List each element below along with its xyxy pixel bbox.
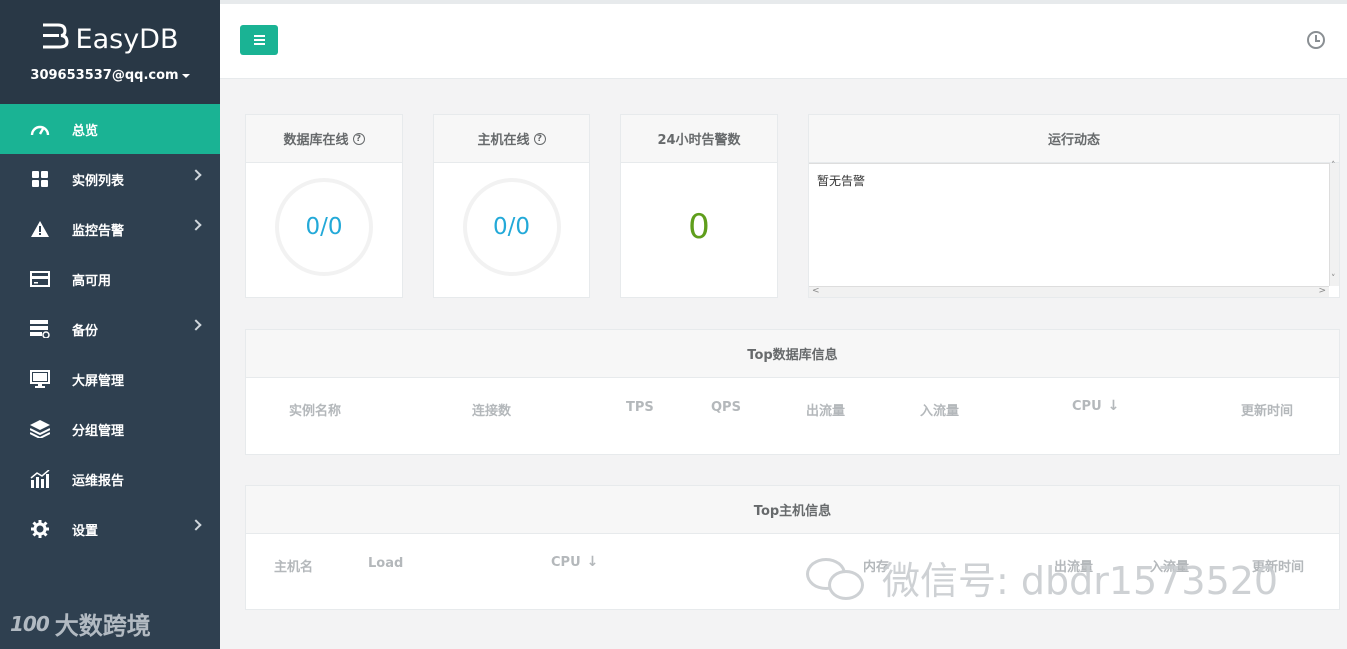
clock-icon[interactable] <box>1307 31 1325 49</box>
activity-log[interactable]: 暂无告警 <box>809 163 1339 286</box>
sidebar-item-label: 高可用 <box>72 273 112 289</box>
alerts-24h-card: 24小时告警数 0 <box>620 114 778 298</box>
card-header: 24小时告警数 <box>621 115 777 163</box>
sidebar-item-instances[interactable]: 实例列表 <box>0 154 220 204</box>
sidebar: EasyDB 309653537@qq.com 总览 实例列表 监控告警 高可用… <box>0 0 220 649</box>
menu-toggle-button[interactable] <box>240 25 278 55</box>
sidebar-item-label: 总览 <box>72 123 99 139</box>
column-header-sorted[interactable]: CPU ↓ <box>551 554 598 570</box>
sidebar-item-backup[interactable]: 备份 <box>0 304 220 354</box>
card-header: Top主机信息 <box>246 486 1339 534</box>
watermark-right: 微信号: dbdr1573520 <box>806 550 1278 605</box>
activity-text: 暂无告警 <box>817 174 866 188</box>
column-header[interactable]: 出流量 <box>806 400 845 419</box>
chevron-right-icon <box>190 169 202 181</box>
card-title: 24小时告警数 <box>657 133 741 148</box>
card-header: 运行动态 <box>809 115 1339 163</box>
gauge-value: 0/0 <box>492 214 530 240</box>
chevron-right-icon <box>190 219 202 231</box>
sort-down-icon: ↓ <box>586 554 599 570</box>
db-online-gauge: 0/0 <box>275 178 373 276</box>
chat-bubble-shape <box>828 569 864 600</box>
column-header[interactable]: TPS <box>626 400 654 415</box>
gauge-value: 0/0 <box>305 214 343 240</box>
monitor-icon <box>30 369 50 389</box>
activity-card: 运行动态 暂无告警 < > <box>808 114 1340 298</box>
dashboard-icon <box>30 119 50 139</box>
alert-count: 0 <box>688 207 710 247</box>
sidebar-item-reports[interactable]: 运维报告 <box>0 454 220 504</box>
column-header[interactable]: Load <box>368 556 403 571</box>
sidebar-item-label: 大屏管理 <box>72 373 125 389</box>
server-icon <box>30 319 50 339</box>
scroll-right-icon[interactable]: > <box>1318 286 1326 296</box>
db-online-card: 数据库在线? 0/0 <box>245 114 403 298</box>
gear-icon <box>30 519 50 539</box>
column-header[interactable]: 连接数 <box>472 400 511 419</box>
sidebar-item-label: 分组管理 <box>72 423 125 439</box>
column-header[interactable]: 更新时间 <box>1241 400 1293 419</box>
sidebar-nav: 总览 实例列表 监控告警 高可用 备份 大屏管理 分组管理 运维报告 设置 <box>0 104 220 554</box>
card-title: 运行动态 <box>1047 133 1100 148</box>
chevron-right-icon <box>190 319 202 331</box>
sidebar-item-ha[interactable]: 高可用 <box>0 254 220 304</box>
card-header: 数据库在线? <box>246 115 402 163</box>
caret-down-icon <box>181 73 190 78</box>
user-dropdown[interactable]: 309653537@qq.com <box>0 68 220 83</box>
card-header: 主机在线? <box>434 115 589 163</box>
hamburger-line <box>253 39 265 41</box>
help-icon[interactable]: ? <box>352 132 365 145</box>
brand-header: EasyDB 309653537@qq.com <box>0 0 220 104</box>
sidebar-item-settings[interactable]: 设置 <box>0 504 220 554</box>
top-db-card: Top数据库信息 实例名称 连接数 TPS QPS 出流量 入流量 CPU ↓ 更… <box>245 329 1340 455</box>
horizontal-scrollbar[interactable]: < > <box>809 286 1329 297</box>
card-header: Top数据库信息 <box>246 330 1339 378</box>
card-title: 主机在线 <box>477 133 530 148</box>
help-icon[interactable]: ? <box>533 132 546 145</box>
sidebar-item-monitoring[interactable]: 监控告警 <box>0 204 220 254</box>
card-title: Top主机信息 <box>753 504 832 519</box>
user-email: 309653537@qq.com <box>30 68 179 83</box>
column-header[interactable]: QPS <box>711 400 741 415</box>
watermark-right-text: 微信号: dbdr1573520 <box>882 559 1279 603</box>
hamburger-line <box>253 43 265 45</box>
card-icon <box>30 269 50 289</box>
host-online-gauge: 0/0 <box>462 178 561 276</box>
warning-icon <box>30 219 50 239</box>
sidebar-item-overview[interactable]: 总览 <box>0 104 220 154</box>
sidebar-item-bigscreen[interactable]: 大屏管理 <box>0 354 220 404</box>
watermark-left-text: 大数跨境 <box>54 612 151 640</box>
watermark-left: 100 大数跨境 <box>10 606 151 641</box>
column-header[interactable]: 入流量 <box>920 400 959 419</box>
host-online-card: 主机在线? 0/0 <box>433 114 590 298</box>
sidebar-item-label: 运维报告 <box>72 473 125 489</box>
watermark-logo: 100 <box>10 611 50 636</box>
column-header-sorted[interactable]: CPU ↓ <box>1072 398 1119 414</box>
column-header[interactable]: 实例名称 <box>289 400 341 419</box>
column-header[interactable]: 主机名 <box>274 556 313 575</box>
layers-icon <box>30 419 50 439</box>
sidebar-item-label: 监控告警 <box>72 223 125 239</box>
sidebar-item-label: 设置 <box>72 523 99 539</box>
vertical-scrollbar[interactable] <box>1329 161 1339 286</box>
sidebar-item-groups[interactable]: 分组管理 <box>0 404 220 454</box>
wechat-icon <box>806 552 868 604</box>
top-bar <box>220 0 1347 79</box>
column-header-label: CPU <box>551 555 581 570</box>
bar-chart-icon <box>30 469 50 489</box>
scroll-left-icon[interactable]: < <box>812 286 820 296</box>
sidebar-item-label: 实例列表 <box>72 173 125 189</box>
sort-down-icon: ↓ <box>1107 398 1120 414</box>
table-header: 实例名称 连接数 TPS QPS 出流量 入流量 CPU ↓ 更新时间 <box>246 378 1339 438</box>
hamburger-line <box>253 35 265 37</box>
chevron-right-icon <box>190 519 202 531</box>
grid-icon <box>30 169 50 189</box>
logo-mark <box>42 20 72 58</box>
sidebar-item-label: 备份 <box>72 323 99 339</box>
card-title: 数据库在线 <box>283 133 349 148</box>
card-title: Top数据库信息 <box>747 348 838 363</box>
column-header-label: CPU <box>1072 399 1102 414</box>
app-logo: EasyDB <box>0 20 220 58</box>
logo-text: EasyDB <box>75 23 179 55</box>
